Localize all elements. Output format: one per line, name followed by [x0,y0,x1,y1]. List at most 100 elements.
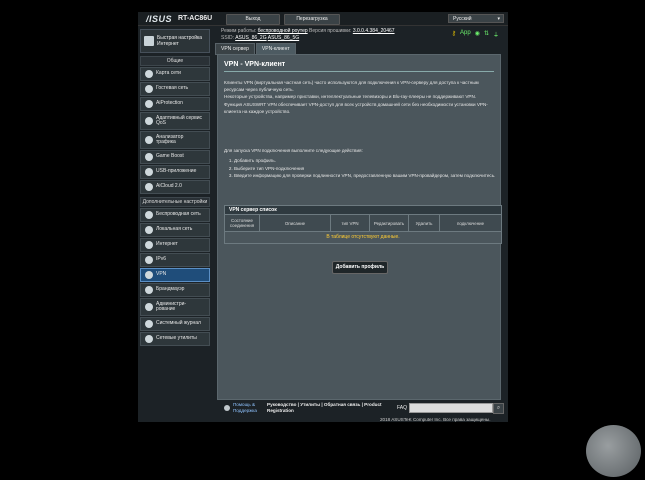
desc-line: Функция ASUSWRT VPN обеспечивает VPN-дос… [224,101,488,107]
tab-bar: VPN сервер VPN-клиент [215,43,297,55]
menu-icon [145,303,153,311]
sidebar-item-label: AiCloud 2.0 [156,184,182,190]
faq-search-input[interactable] [409,403,493,413]
sidebar-item-general-6[interactable]: USB-приложение [140,165,210,179]
sidebar-item-general-2[interactable]: AiProtection [140,97,210,111]
sidebar-item-general-7[interactable]: AiCloud 2.0 [140,180,210,194]
desc-line: ресурсам через публичную сеть. [224,87,294,93]
sidebar-item-label: USB-приложение [156,169,196,175]
help-label: Помощь & Поддержка [233,402,257,414]
sidebar-item-advanced-4[interactable]: VPN [140,268,210,282]
sidebar-item-label: Администри-рование [156,301,186,313]
top-bar: /ISUS RT-AC86U Выход Перезагрузка Русски… [138,12,508,26]
page-title: VPN - VPN-клиент [224,61,286,68]
section-header-advanced: Дополнительные настройки [140,197,210,207]
sidebar-item-label: IPv6 [156,257,166,263]
sidebar-item-advanced-8[interactable]: Сетевые утилиты [140,332,210,346]
content-panel: VPN - VPN-клиент Клиенты VPN (виртуальна… [217,54,502,400]
sidebar-item-general-1[interactable]: Гостевая сеть [140,82,210,96]
network-icon[interactable]: ⇅ [484,30,489,39]
label-line: Интернет [157,41,179,47]
menu-icon [145,241,153,249]
help-support[interactable]: Помощь & Поддержка [224,402,257,414]
label-line: AiCloud 2.0 [156,183,182,190]
label-line: Локальная сеть [156,226,193,233]
status-line-2: SSID: ASUS_86_2G ASUS_86_5G [221,35,299,41]
search-icon[interactable]: ⌕ [493,403,504,414]
key-icon[interactable]: ⚷ [452,30,456,39]
wifi-icon[interactable]: ◉ [475,30,480,39]
menu-icon [145,100,153,108]
fw-label: Версия прошивки: [309,28,352,34]
step-item: Введите информацию для проверки подлинно… [234,172,496,179]
sidebar-item-advanced-7[interactable]: Системный журнал [140,317,210,331]
sidebar-item-advanced-3[interactable]: IPv6 [140,253,210,267]
steps-list: Добавить профиль. Выберите тип VPN-подкл… [224,157,496,179]
reboot-button[interactable]: Перезагрузка [284,14,340,25]
main-area: Режим работы: беспроводной роутер Версия… [215,25,503,400]
sidebar-item-general-0[interactable]: Карта сети [140,67,210,81]
label-line: AiProtection [156,100,183,107]
add-profile-button[interactable]: Добавить профиль [332,261,388,274]
col-edit: Редактировать [370,215,409,231]
sidebar-item-label: Брандмауэр [156,287,184,293]
sidebar-item-label: Карта сети [156,71,181,77]
sidebar-item-advanced-0[interactable]: Беспроводная сеть [140,208,210,222]
ssid-5g-link[interactable]: ASUS_86_5G [268,35,299,41]
sidebar-item-label: Беспроводная сеть [156,212,201,218]
menu-icon [145,168,153,176]
table-empty-message: В таблице отсутствуют данные. [225,231,501,243]
vpn-server-table: VPN сервер список Состояние соединения О… [224,205,502,244]
language-select[interactable]: Русский ▾ [448,14,504,23]
mode-link[interactable]: беспроводной роутер [258,28,308,34]
status-line-1: Режим работы: беспроводной роутер Версия… [221,28,395,34]
logout-button[interactable]: Выход [226,14,280,25]
sidebar-item-advanced-2[interactable]: Интернет [140,238,210,252]
menu-icon [145,70,153,78]
sidebar-item-label: Game Boost [156,154,184,160]
router-admin-window: /ISUS RT-AC86U Выход Перезагрузка Русски… [138,12,508,422]
general-menu: Карта сети Гостевая сеть AiProtection Адапт… [138,67,212,194]
status-bar: Режим работы: беспроводной роутер Версия… [215,25,503,41]
watermark-logo [586,425,641,477]
sidebar-item-label: VPN [156,272,166,278]
ssid-2g-link[interactable]: ASUS_86_2G [235,35,266,41]
menu-icon [145,286,153,294]
menu-icon [145,320,153,328]
app-icon[interactable]: App [460,30,471,39]
desc-line: Клиенты VPN (виртуальная частная сеть) ч… [224,80,479,85]
sidebar-item-general-4[interactable]: Анализатор трафика [140,131,210,149]
help-icon [224,405,230,411]
advanced-menu: Беспроводная сеть Локальная сеть Интернет I… [138,208,212,346]
firmware-link[interactable]: 3.0.0.4.384_20467 [353,28,395,34]
col-description: Описание [260,215,331,231]
label-line: Брандмауэр [156,286,185,293]
col-vpn-type: тип VPN [331,215,370,231]
sidebar-item-label: Локальная сеть [156,227,192,233]
menu-icon [145,211,153,219]
steps-header: Для запуска VPN подключения выполните сл… [224,148,363,153]
footer-links[interactable]: Руководство | Утилиты | Обратная связь |… [267,402,382,414]
sidebar-item-general-5[interactable]: Game Boost [140,150,210,164]
label-line: QoS [156,120,167,126]
desc-line: Некоторые устройства, например приставки… [224,94,477,100]
step-item: Добавить профиль. [234,157,496,164]
sidebar-item-advanced-6[interactable]: Администри-рование [140,298,210,316]
menu-icon [145,136,153,144]
label-line: Гостевая сеть [156,85,189,92]
wizard-icon [144,36,154,46]
sidebar-item-general-3[interactable]: Адаптивный сервис QoS [140,112,210,130]
footer-links-line[interactable]: Registration [267,408,382,414]
label-line: трафика [156,139,176,145]
sidebar-item-quick-setup[interactable]: Быстрая настройка Интернет [140,29,210,53]
label-line: Game Boost [156,153,184,160]
label-line: VPN [156,271,167,278]
usb-icon[interactable]: ⏚ [493,30,499,39]
language-value: Русский [453,16,472,22]
menu-icon [145,256,153,264]
sidebar-item-advanced-1[interactable]: Локальная сеть [140,223,210,237]
menu-icon [145,335,153,343]
sidebar-item-advanced-5[interactable]: Брандмауэр [140,283,210,297]
label-line: Сетевые утилиты [156,335,197,342]
sidebar-item-label: AiProtection [156,101,183,107]
